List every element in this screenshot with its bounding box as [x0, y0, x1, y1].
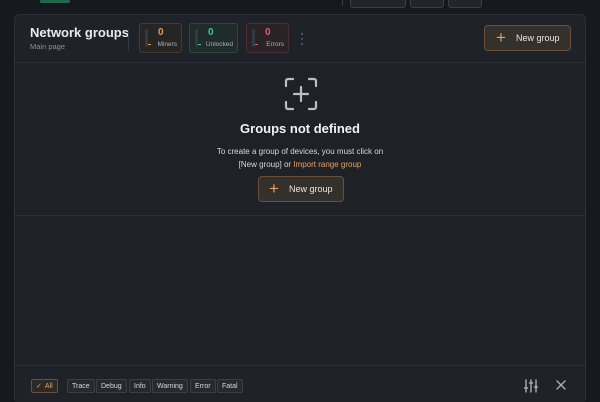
miners-count: 0 [158, 27, 164, 38]
unlocked-label: Unlocked [205, 41, 233, 48]
errors-label: Errors [266, 41, 284, 48]
new-group-center-button[interactable]: + New group [258, 176, 344, 202]
favorite-button[interactable] [410, 0, 444, 8]
filter-info[interactable]: Info [129, 379, 151, 393]
close-icon[interactable] [555, 379, 567, 391]
content-area [15, 216, 585, 366]
miners-dot [148, 44, 151, 45]
more-options-icon[interactable]: · · · [298, 27, 306, 49]
empty-desc-line1: To create a group of devices, you must c… [216, 147, 384, 156]
errors-count: 0 [265, 27, 271, 38]
check-icon: ✓ [36, 383, 42, 390]
filter-fatal[interactable]: Fatal [217, 379, 243, 393]
new-group-label: New group [516, 33, 560, 43]
log-filter-bar: ✓ All Trace Debug Info Warning Error Fata… [15, 365, 585, 402]
empty-title: Groups not defined [240, 121, 360, 136]
miners-stat: 0 Miners [139, 23, 182, 53]
plus-icon: + [269, 179, 279, 198]
empty-description: To create a group of devices, you must c… [15, 145, 585, 171]
empty-desc-line2: [New group] or [238, 160, 294, 169]
filter-trace[interactable]: Trace [67, 379, 95, 393]
filter-debug[interactable]: Debug [96, 379, 127, 393]
filter-error[interactable]: Error [190, 379, 216, 393]
new-group-center-label: New group [289, 184, 333, 194]
filter-all-label: All [44, 383, 53, 390]
filter-all[interactable]: ✓ All [31, 379, 58, 393]
top-button-3[interactable] [448, 0, 482, 8]
add-group-icon [284, 77, 318, 111]
plus-icon: + [496, 28, 506, 47]
unlocked-stat: 0 Unlocked [189, 23, 238, 53]
status-indicator [40, 0, 70, 3]
unlocked-count: 0 [208, 27, 214, 38]
errors-dot [255, 44, 258, 45]
page-title: Network groups [30, 25, 129, 40]
header-divider [128, 29, 129, 51]
import-range-link[interactable]: Import range group [293, 160, 361, 169]
new-group-button[interactable]: + New group [484, 25, 571, 51]
filter-warning[interactable]: Warning [152, 379, 188, 393]
top-strip [0, 0, 600, 8]
network-groups-panel: Network groups Main page 0 Miners 0 Unlo… [14, 14, 586, 402]
filter-settings-icon[interactable] [523, 378, 539, 394]
top-button-1[interactable] [350, 0, 406, 8]
empty-state: Groups not defined To create a group of … [15, 63, 585, 216]
unlocked-dot [198, 44, 201, 45]
toolbar-divider [342, 0, 343, 6]
miners-label: Miners [157, 41, 177, 48]
panel-header: Network groups Main page 0 Miners 0 Unlo… [15, 15, 585, 63]
errors-stat: 0 Errors [246, 23, 289, 53]
breadcrumb: Main page [30, 42, 66, 51]
